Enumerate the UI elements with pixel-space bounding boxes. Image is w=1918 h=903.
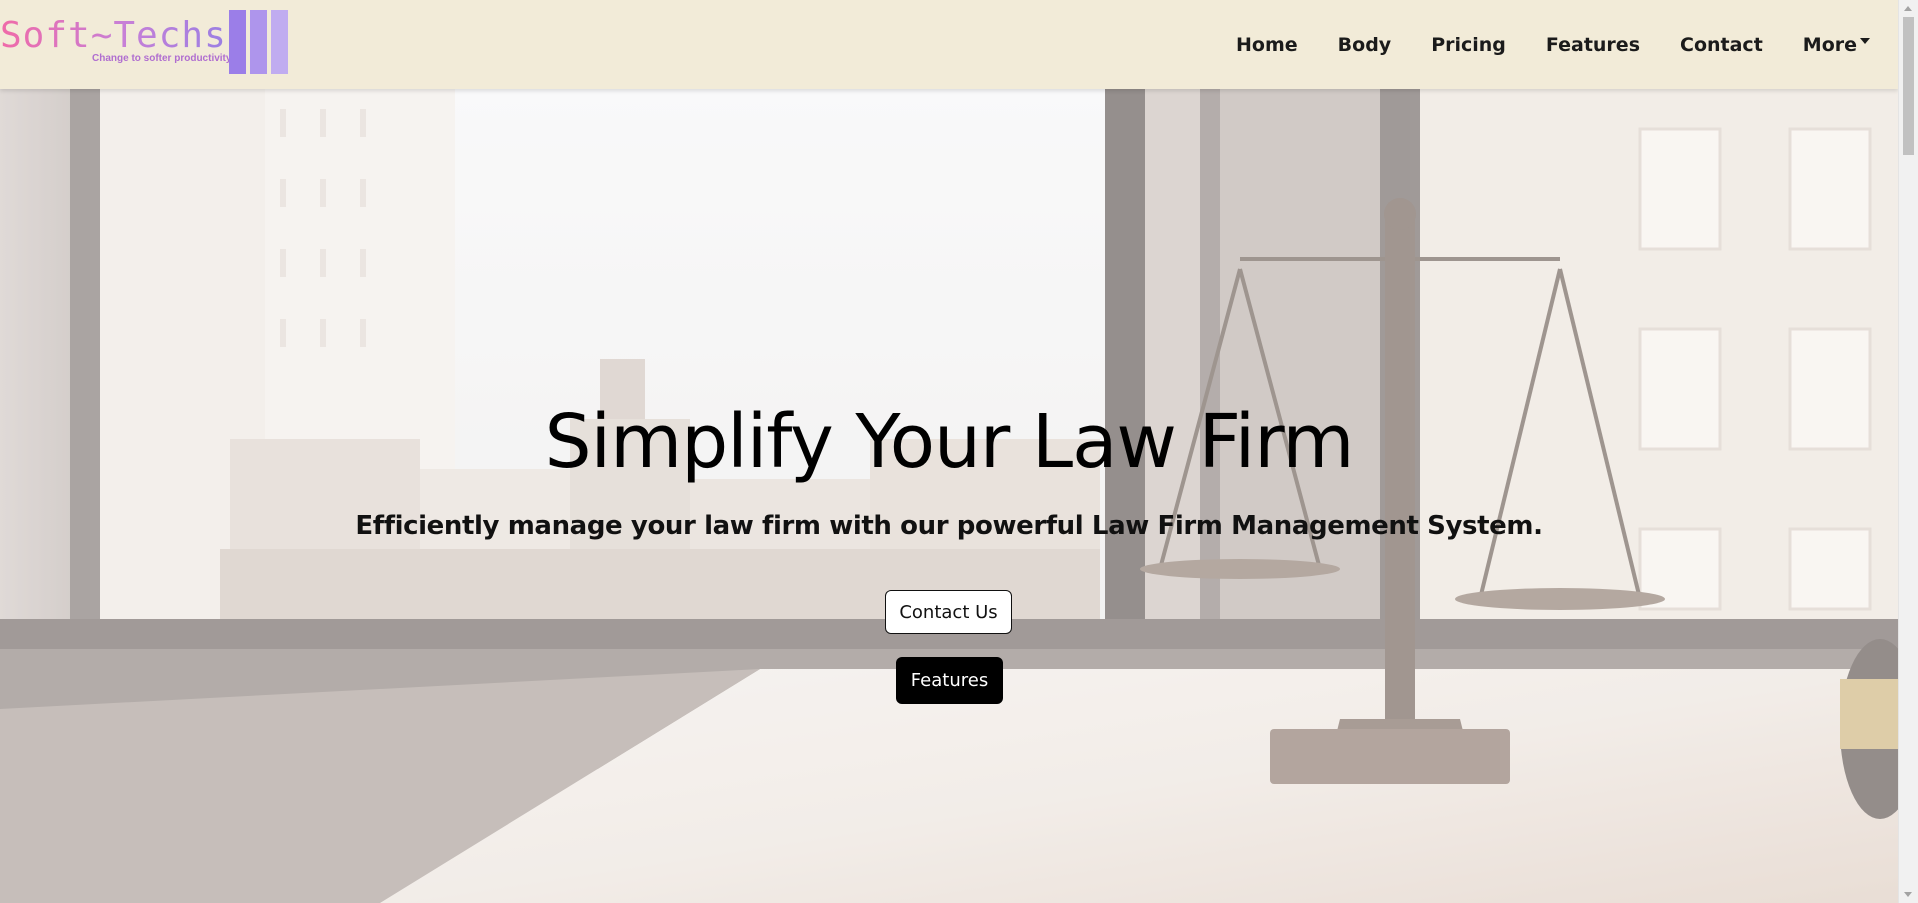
features-button[interactable]: Features xyxy=(896,657,1003,704)
brand-name: Soft~Techs xyxy=(0,15,227,56)
nav-item-more-dropdown[interactable]: More xyxy=(1803,34,1870,56)
page: Soft~Techs Change to softer productivity… xyxy=(0,0,1918,903)
nav-item-pricing[interactable]: Pricing xyxy=(1431,34,1506,56)
brand-tagline: Change to softer productivity xyxy=(92,53,232,64)
nav-item-home[interactable]: Home xyxy=(1236,34,1298,56)
hero-content: Simplify Your Law Firm Efficiently manag… xyxy=(0,89,1898,903)
brand-logo[interactable]: Soft~Techs Change to softer productivity xyxy=(0,10,290,75)
caret-down-icon xyxy=(1860,37,1870,44)
vertical-scrollbar[interactable] xyxy=(1898,0,1918,903)
main-nav: Home Body Pricing Features Contact More xyxy=(1196,0,1870,89)
nav-more-label: More xyxy=(1802,33,1857,56)
contact-us-button[interactable]: Contact Us xyxy=(885,590,1012,634)
scroll-up-arrow-icon[interactable] xyxy=(1904,6,1912,11)
brand-bars-icon xyxy=(229,10,288,74)
navbar: Soft~Techs Change to softer productivity… xyxy=(0,0,1898,89)
nav-item-features[interactable]: Features xyxy=(1546,34,1640,56)
nav-item-contact[interactable]: Contact xyxy=(1680,34,1763,56)
nav-item-body[interactable]: Body xyxy=(1338,34,1392,56)
scroll-down-arrow-icon[interactable] xyxy=(1904,892,1912,897)
hero-section: Simplify Your Law Firm Efficiently manag… xyxy=(0,89,1898,903)
hero-title: Simplify Your Law Firm xyxy=(544,399,1355,485)
hero-subtitle: Efficiently manage your law firm with ou… xyxy=(355,511,1543,541)
scrollbar-thumb[interactable] xyxy=(1903,17,1914,155)
